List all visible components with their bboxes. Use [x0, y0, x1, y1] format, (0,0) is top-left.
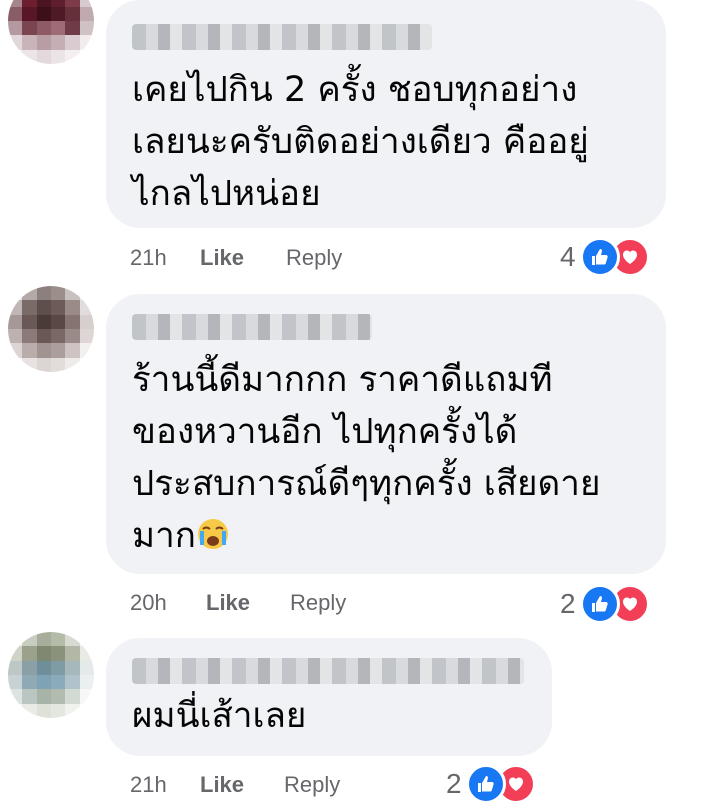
reaction-count: 2 [446, 768, 462, 799]
comment-actions: 21h Like Reply [130, 245, 342, 271]
like-icon [579, 584, 620, 624]
comment-text-block: ร้านนี้ดีมากกก ราคาดีแถมที ของหวานอีก ไป… [132, 354, 640, 562]
commenter-name[interactable] [132, 658, 524, 684]
reply-button[interactable]: Reply [286, 245, 342, 271]
comment-actions: 20h Like Reply [130, 590, 346, 616]
comment-time[interactable]: 21h [130, 245, 200, 271]
comment-text: ผมนี่เส้าเลย [132, 696, 307, 736]
like-button[interactable]: Like [206, 590, 290, 616]
like-icon [579, 237, 620, 277]
reaction-count: 4 [560, 241, 576, 272]
like-button[interactable]: Like [200, 772, 284, 798]
crying-face-icon [197, 519, 228, 549]
comment-actions: 21h Like Reply [130, 772, 340, 798]
commenter-name[interactable] [132, 314, 372, 340]
reply-button[interactable]: Reply [284, 772, 340, 798]
avatar[interactable] [8, 632, 94, 718]
comment-bubble: เคยไปกิน 2 ครั้ง ชอบทุกอย่าง เลยนะครับติ… [106, 0, 666, 228]
like-icon [465, 764, 506, 804]
commenter-name[interactable] [132, 24, 432, 50]
like-button[interactable]: Like [200, 245, 286, 271]
reaction-count: 2 [560, 588, 576, 619]
reaction-summary[interactable]: 4 [560, 237, 650, 277]
comment-bubble: ผมนี่เส้าเลย [106, 638, 552, 756]
comment-time[interactable]: 21h [130, 772, 200, 798]
comment-text: เคยไปกิน 2 ครั้ง ชอบทุกอย่าง เลยนะครับติ… [132, 70, 589, 214]
avatar[interactable] [8, 286, 94, 372]
comment-bubble: ร้านนี้ดีมากกก ราคาดีแถมที ของหวานอีก ไป… [106, 294, 666, 574]
reaction-summary[interactable]: 2 [560, 584, 650, 624]
reply-button[interactable]: Reply [290, 590, 346, 616]
avatar[interactable] [8, 0, 94, 64]
comment-time[interactable]: 20h [130, 590, 206, 616]
reaction-summary[interactable]: 2 [446, 764, 536, 804]
